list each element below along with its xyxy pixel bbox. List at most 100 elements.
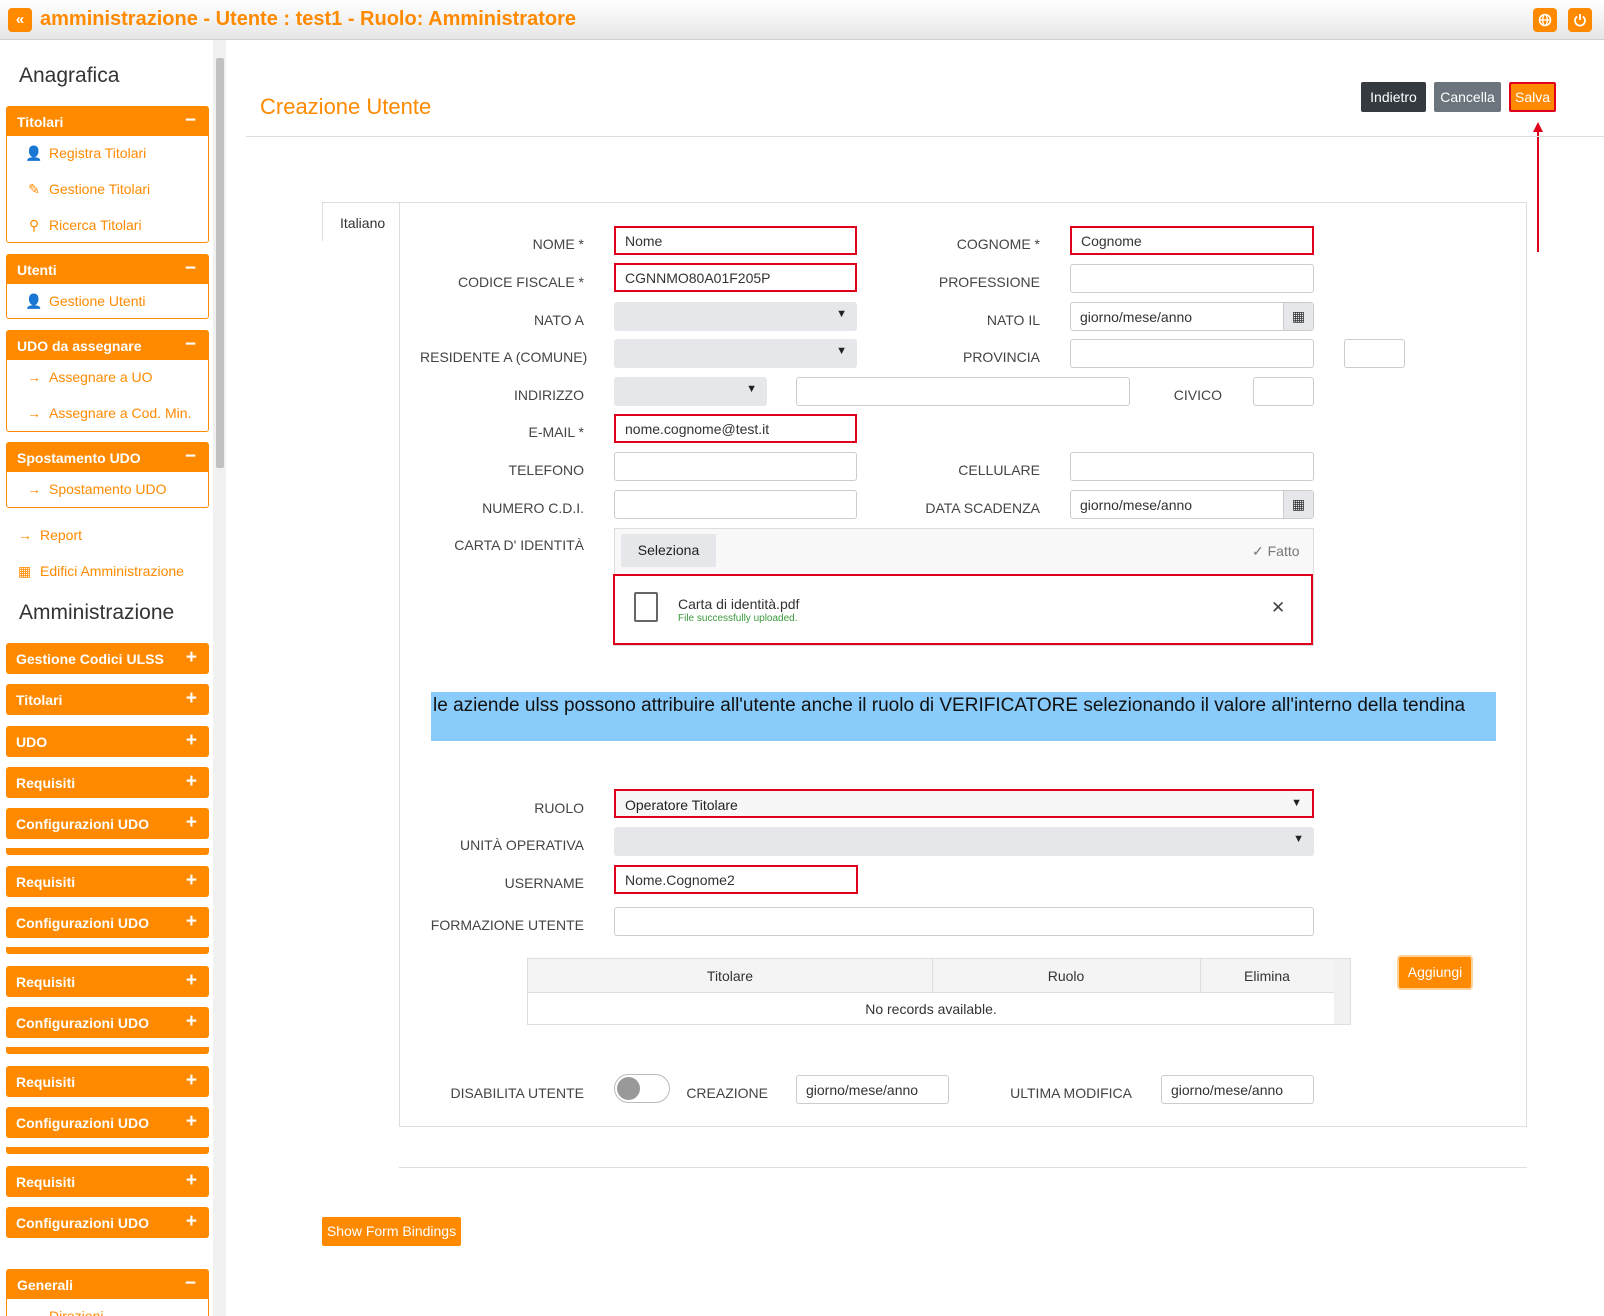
nato-il-date[interactable]: giorno/mese/anno ▦	[1070, 302, 1314, 331]
provincia-code-input[interactable]	[1344, 339, 1405, 368]
menu-requisiti[interactable]: Requisiti +	[6, 866, 209, 897]
building-icon: ▦	[18, 563, 32, 579]
expand-icon[interactable]: +	[186, 647, 197, 669]
formazione-input[interactable]	[614, 907, 1314, 936]
sidebar-scrollbar-thumb[interactable]	[216, 58, 224, 468]
tab-italiano[interactable]: Italiano	[322, 202, 400, 241]
email-input[interactable]	[614, 414, 857, 443]
indirizzo-type-select[interactable]: ▼	[614, 377, 767, 406]
header-divider	[246, 136, 1604, 137]
menu-requisiti[interactable]: Requisiti +	[6, 1066, 209, 1097]
provincia-input[interactable]	[1070, 339, 1314, 368]
select-file-button[interactable]: Seleziona	[621, 534, 716, 567]
professione-input[interactable]	[1070, 264, 1314, 293]
cancel-button[interactable]: Cancella	[1434, 82, 1501, 112]
expand-icon[interactable]: +	[186, 1111, 197, 1133]
expand-icon[interactable]: +	[186, 1011, 197, 1033]
group-header-utenti[interactable]: Utenti −	[7, 255, 208, 284]
check-icon: ✓	[1252, 543, 1264, 559]
username-input[interactable]	[614, 865, 858, 894]
creazione-input[interactable]	[796, 1075, 949, 1104]
group-header-generali[interactable]: Generali −	[7, 1270, 208, 1299]
nome-input[interactable]	[614, 226, 857, 255]
sidebar-item-registra-titolari[interactable]: 👤 Registra Titolari	[7, 136, 208, 172]
collapse-icon[interactable]: −	[185, 1273, 196, 1295]
menu-requisiti[interactable]: Requisiti +	[6, 1166, 209, 1197]
sidebar-item-gestione-utenti[interactable]: 👤 Gestione Utenti	[7, 284, 208, 320]
pdf-file-icon	[634, 592, 658, 622]
menu-divider	[6, 1147, 209, 1154]
expand-icon[interactable]: +	[186, 730, 197, 752]
grid-col-elimina[interactable]: Elimina	[1200, 968, 1334, 984]
collapse-icon[interactable]: −	[185, 110, 196, 132]
group-udo-assegnare: UDO da assegnare − → Assegnare a UO → Asseg…	[6, 330, 209, 432]
expand-icon[interactable]: +	[186, 1211, 197, 1233]
civico-label: CIVICO	[1173, 387, 1222, 403]
menu-gestione-codici-ulss[interactable]: Gestione Codici ULSS +	[6, 643, 209, 674]
expand-icon[interactable]: +	[186, 970, 197, 992]
collapse-icon[interactable]: −	[185, 446, 196, 468]
grid-scrollbar[interactable]	[1334, 959, 1350, 1024]
menu-configurazioni-udo[interactable]: Configurazioni UDO +	[6, 1007, 209, 1038]
menu-configurazioni-udo[interactable]: Configurazioni UDO +	[6, 1107, 209, 1138]
professione-label: PROFESSIONE	[938, 274, 1040, 290]
menu-configurazioni-udo[interactable]: Configurazioni UDO +	[6, 808, 209, 839]
sidebar-item-assegnare-uo[interactable]: → Assegnare a UO	[7, 360, 208, 396]
collapse-icon[interactable]: −	[185, 334, 196, 356]
collapse-sidebar-icon[interactable]: «	[8, 8, 32, 32]
add-button[interactable]: Aggiungi	[1399, 957, 1471, 988]
sidebar-item-assegnare-cod-min[interactable]: → Assegnare a Cod. Min.	[7, 396, 208, 432]
calendar-icon[interactable]: ▦	[1283, 491, 1313, 518]
show-form-bindings-button[interactable]: Show Form Bindings	[322, 1217, 461, 1246]
sidebar-item-gestione-titolari[interactable]: ✎ Gestione Titolari	[7, 172, 208, 208]
group-header-spostamento[interactable]: Spostamento UDO −	[7, 443, 208, 472]
telefono-label: TELEFONO	[508, 462, 584, 478]
grid-col-ruolo[interactable]: Ruolo	[932, 968, 1200, 984]
sidebar-item-ricerca-titolari[interactable]: ⚲ Ricerca Titolari	[7, 208, 208, 244]
ultima-modifica-input[interactable]	[1161, 1075, 1314, 1104]
expand-icon[interactable]: +	[186, 870, 197, 892]
codice-fiscale-input[interactable]	[614, 263, 857, 292]
toggle-knob[interactable]	[617, 1077, 640, 1100]
indirizzo-input[interactable]	[796, 377, 1130, 406]
expand-icon[interactable]: +	[186, 812, 197, 834]
nato-a-select[interactable]: ▼	[614, 302, 857, 331]
telefono-input[interactable]	[614, 452, 857, 481]
data-scadenza-date[interactable]: giorno/mese/anno ▦	[1070, 490, 1314, 519]
collapse-icon[interactable]: −	[185, 258, 196, 280]
expand-icon[interactable]: +	[186, 688, 197, 710]
expand-icon[interactable]: +	[186, 1070, 197, 1092]
remove-file-icon[interactable]: ✕	[1271, 598, 1285, 618]
menu-udo[interactable]: UDO +	[6, 726, 209, 757]
unita-select[interactable]: ▼	[614, 827, 1314, 856]
sidebar-item-spostamento-udo[interactable]: → Spostamento UDO	[7, 472, 208, 508]
ultima-modifica-label: ULTIMA MODIFICA	[1010, 1085, 1132, 1101]
menu-requisiti[interactable]: Requisiti +	[6, 966, 209, 997]
expand-icon[interactable]: +	[186, 771, 197, 793]
calendar-icon[interactable]: ▦	[1283, 303, 1313, 330]
menu-configurazioni-udo[interactable]: Configurazioni UDO +	[6, 1207, 209, 1238]
civico-input[interactable]	[1253, 377, 1314, 406]
sidebar-item-edifici[interactable]: ▦ Edifici Amministrazione	[18, 563, 184, 580]
back-button[interactable]: Indietro	[1361, 82, 1426, 112]
sidebar-item-direzioni[interactable]: → Direzioni	[7, 1299, 208, 1316]
ruolo-select[interactable]: Operatore Titolare ▼	[614, 789, 1314, 818]
group-header-titolari[interactable]: Titolari −	[7, 107, 208, 136]
power-icon[interactable]	[1568, 8, 1592, 32]
numero-cdi-input[interactable]	[614, 490, 857, 519]
menu-requisiti[interactable]: Requisiti +	[6, 767, 209, 798]
save-button[interactable]: Salva	[1509, 82, 1556, 112]
menu-titolari[interactable]: Titolari +	[6, 684, 209, 715]
sidebar-item-report[interactable]: → Report	[18, 527, 82, 543]
group-header-udo-assegnare[interactable]: UDO da assegnare −	[7, 331, 208, 360]
expand-icon[interactable]: +	[186, 911, 197, 933]
residente-select[interactable]: ▼	[614, 339, 857, 368]
cognome-input[interactable]	[1070, 226, 1314, 255]
menu-divider	[6, 1047, 209, 1054]
expand-icon[interactable]: +	[186, 1170, 197, 1192]
globe-icon[interactable]	[1533, 8, 1557, 32]
cellulare-input[interactable]	[1070, 452, 1314, 481]
search-icon: ⚲	[28, 217, 40, 233]
menu-configurazioni-udo[interactable]: Configurazioni UDO +	[6, 907, 209, 938]
grid-col-titolare[interactable]: Titolare	[528, 968, 932, 984]
